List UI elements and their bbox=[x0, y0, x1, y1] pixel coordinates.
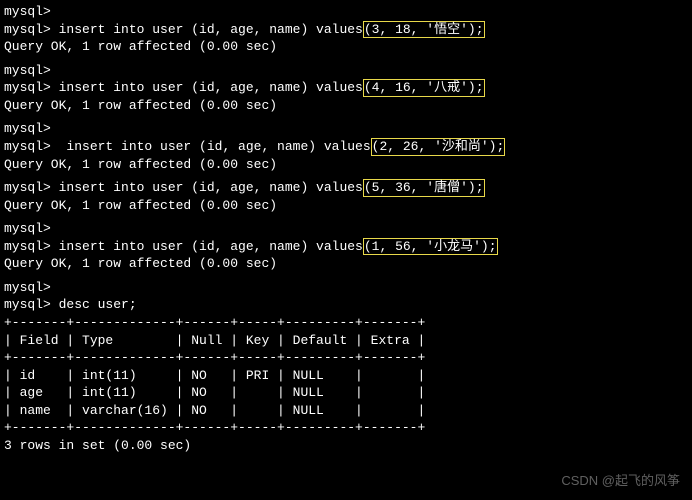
sql-text: insert into user (id, age, name) values bbox=[51, 239, 363, 254]
prompt-line: mysql> bbox=[4, 279, 688, 297]
table-border: +-------+-------------+------+-----+----… bbox=[4, 419, 688, 437]
insert-line-5: mysql> insert into user (id, age, name) … bbox=[4, 238, 688, 256]
query-ok: Query OK, 1 row affected (0.00 sec) bbox=[4, 97, 688, 115]
mysql-prompt: mysql> bbox=[4, 280, 51, 295]
mysql-prompt: mysql> bbox=[4, 139, 51, 154]
mysql-prompt: mysql> bbox=[4, 180, 51, 195]
prompt-line: mysql> bbox=[4, 120, 688, 138]
mysql-prompt: mysql> bbox=[4, 221, 51, 236]
query-ok: Query OK, 1 row affected (0.00 sec) bbox=[4, 255, 688, 273]
table-border: +-------+-------------+------+-----+----… bbox=[4, 349, 688, 367]
query-ok: Query OK, 1 row affected (0.00 sec) bbox=[4, 197, 688, 215]
highlight-values: (3, 18, '悟空'); bbox=[363, 21, 485, 39]
mysql-prompt: mysql> bbox=[4, 4, 51, 19]
table-row: | id | int(11) | NO | PRI | NULL | | bbox=[4, 367, 688, 385]
insert-line-2: mysql> insert into user (id, age, name) … bbox=[4, 79, 688, 97]
highlight-values: (4, 16, '八戒'); bbox=[363, 79, 485, 97]
query-ok: Query OK, 1 row affected (0.00 sec) bbox=[4, 38, 688, 56]
sql-text: insert into user (id, age, name) values bbox=[51, 80, 363, 95]
mysql-prompt: mysql> bbox=[4, 80, 51, 95]
mysql-prompt: mysql> bbox=[4, 22, 51, 37]
sql-text: insert into user (id, age, name) values bbox=[51, 139, 371, 154]
desc-cmd: desc user; bbox=[51, 297, 137, 312]
table-header: | Field | Type | Null | Key | Default | … bbox=[4, 332, 688, 350]
mysql-prompt: mysql> bbox=[4, 297, 51, 312]
terminal[interactable]: mysql> mysql> insert into user (id, age,… bbox=[4, 3, 688, 454]
prompt-line: mysql> bbox=[4, 3, 688, 21]
prompt-line: mysql> bbox=[4, 220, 688, 238]
insert-line-4: mysql> insert into user (id, age, name) … bbox=[4, 179, 688, 197]
highlight-values: (2, 26, '沙和尚'); bbox=[371, 138, 506, 156]
insert-line-1: mysql> insert into user (id, age, name) … bbox=[4, 21, 688, 39]
query-ok: Query OK, 1 row affected (0.00 sec) bbox=[4, 156, 688, 174]
mysql-prompt: mysql> bbox=[4, 63, 51, 78]
mysql-prompt: mysql> bbox=[4, 239, 51, 254]
desc-line: mysql> desc user; bbox=[4, 296, 688, 314]
highlight-values: (5, 36, '唐僧'); bbox=[363, 179, 485, 197]
highlight-values: (1, 56, '小龙马'); bbox=[363, 238, 498, 256]
sql-text: insert into user (id, age, name) values bbox=[51, 22, 363, 37]
result-footer: 3 rows in set (0.00 sec) bbox=[4, 437, 688, 455]
mysql-prompt: mysql> bbox=[4, 121, 51, 136]
table-row: | age | int(11) | NO | | NULL | | bbox=[4, 384, 688, 402]
insert-line-3: mysql> insert into user (id, age, name) … bbox=[4, 138, 688, 156]
watermark: CSDN @起飞的风筝 bbox=[561, 472, 680, 490]
prompt-line: mysql> bbox=[4, 62, 688, 80]
table-row: | name | varchar(16) | NO | | NULL | | bbox=[4, 402, 688, 420]
table-border: +-------+-------------+------+-----+----… bbox=[4, 314, 688, 332]
sql-text: insert into user (id, age, name) values bbox=[51, 180, 363, 195]
